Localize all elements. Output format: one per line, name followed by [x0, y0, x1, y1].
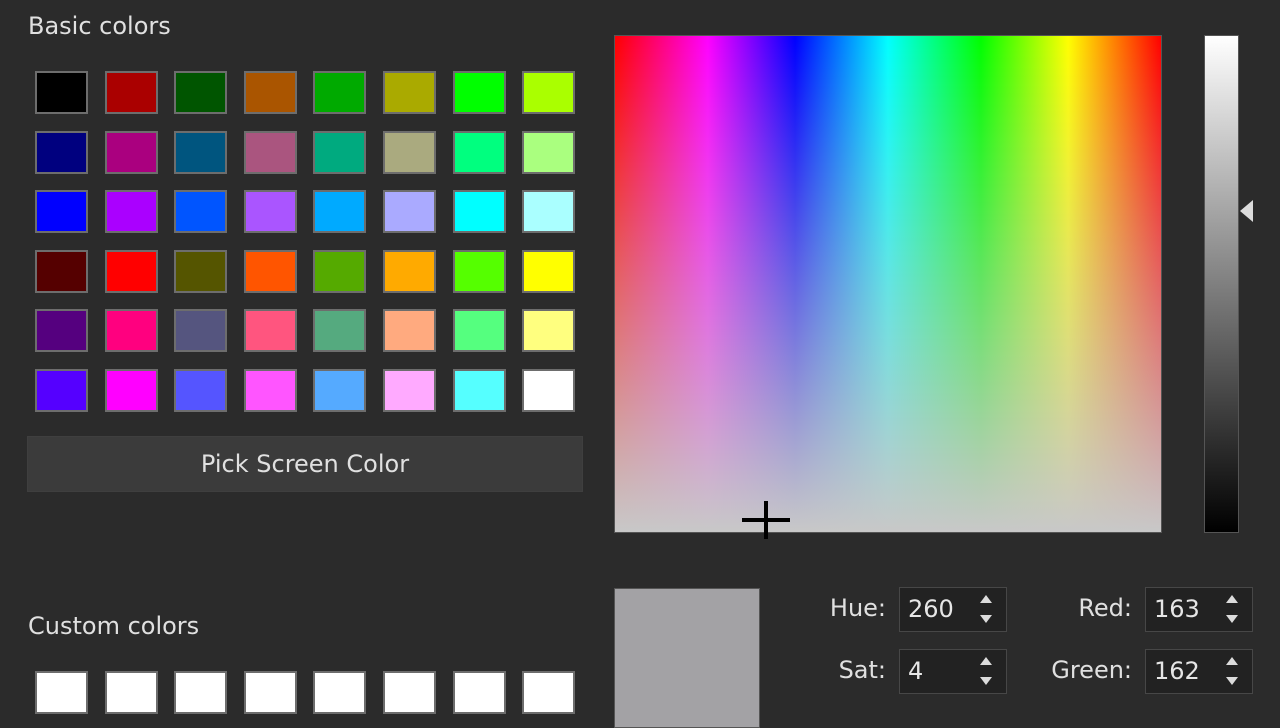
color-swatch[interactable] [313, 249, 367, 293]
color-swatch[interactable] [313, 190, 367, 234]
color-swatch[interactable] [522, 190, 576, 234]
color-swatch[interactable] [35, 671, 88, 714]
color-swatch[interactable] [383, 369, 436, 412]
color-swatch[interactable] [35, 130, 88, 174]
color-swatch[interactable] [383, 309, 436, 353]
color-swatch[interactable] [313, 130, 367, 174]
color-swatch[interactable] [104, 71, 158, 114]
color-swatch[interactable] [522, 309, 576, 353]
color-swatch[interactable] [383, 71, 436, 114]
red-value: 163 [1154, 595, 1200, 623]
color-swatch[interactable] [174, 671, 228, 714]
triangle-up-icon[interactable] [980, 657, 992, 665]
color-swatch[interactable] [522, 671, 576, 714]
color-swatch[interactable] [243, 71, 297, 114]
triangle-up-icon[interactable] [980, 595, 992, 603]
green-label: Green: [1051, 656, 1132, 684]
color-swatch[interactable] [243, 369, 297, 412]
triangle-up-icon[interactable] [1226, 595, 1238, 603]
color-swatch[interactable] [243, 249, 297, 293]
color-swatch[interactable] [243, 309, 297, 353]
color-swatch[interactable] [174, 190, 228, 234]
color-swatch[interactable] [104, 309, 158, 353]
color-swatch[interactable] [35, 71, 88, 114]
color-swatch[interactable] [174, 369, 228, 412]
color-swatch[interactable] [313, 671, 367, 714]
color-swatch[interactable] [35, 249, 88, 293]
color-swatch[interactable] [522, 249, 576, 293]
crosshair-icon [742, 501, 790, 539]
color-swatch[interactable] [174, 71, 228, 114]
color-swatch[interactable] [104, 249, 158, 293]
color-swatch[interactable] [383, 190, 436, 234]
triangle-down-icon[interactable] [1226, 677, 1238, 685]
custom-colors-label: Custom colors [28, 612, 200, 640]
sat-spinbox[interactable]: 4 [899, 649, 1007, 694]
red-label: Red: [1078, 594, 1132, 622]
pick-screen-color-button[interactable]: Pick Screen Color [27, 436, 583, 492]
hue-saturation-picker[interactable] [614, 35, 1162, 539]
color-swatch[interactable] [452, 309, 506, 353]
color-swatch[interactable] [452, 71, 506, 114]
triangle-down-icon[interactable] [980, 615, 992, 623]
green-spinbox[interactable]: 162 [1145, 649, 1253, 694]
color-swatch[interactable] [35, 369, 88, 412]
pick-screen-color-label: Pick Screen Color [200, 450, 410, 478]
color-swatch[interactable] [35, 309, 88, 353]
color-swatch[interactable] [104, 190, 158, 234]
color-swatch[interactable] [104, 130, 158, 174]
triangle-down-icon[interactable] [1226, 615, 1238, 623]
hue-label: Hue: [829, 594, 886, 622]
color-swatch[interactable] [452, 249, 506, 293]
color-swatch[interactable] [452, 369, 506, 412]
sat-label: Sat: [838, 656, 886, 684]
sat-value: 4 [908, 657, 924, 685]
color-swatch[interactable] [313, 369, 367, 412]
hue-spinbox[interactable]: 260 [899, 587, 1007, 632]
color-swatch[interactable] [174, 130, 228, 174]
triangle-down-icon[interactable] [980, 677, 992, 685]
color-swatch[interactable] [174, 309, 228, 353]
color-swatch[interactable] [313, 309, 367, 353]
color-swatch[interactable] [452, 190, 506, 234]
triangle-up-icon[interactable] [1226, 657, 1238, 665]
color-swatch[interactable] [383, 671, 436, 714]
color-swatch[interactable] [35, 190, 88, 234]
color-swatch[interactable] [452, 130, 506, 174]
color-swatch[interactable] [522, 369, 576, 412]
color-swatch[interactable] [383, 130, 436, 174]
color-swatch[interactable] [243, 190, 297, 234]
color-swatch[interactable] [313, 71, 367, 114]
color-swatch[interactable] [522, 130, 576, 174]
color-swatch[interactable] [383, 249, 436, 293]
green-value: 162 [1154, 657, 1200, 685]
color-swatch[interactable] [104, 369, 158, 412]
color-swatch[interactable] [243, 130, 297, 174]
color-swatch[interactable] [104, 671, 158, 714]
luminance-slider[interactable] [1204, 35, 1239, 533]
color-swatch[interactable] [174, 249, 228, 293]
color-swatch[interactable] [243, 671, 297, 714]
current-color-preview [614, 588, 760, 728]
basic-colors-label: Basic colors [28, 12, 171, 40]
hue-value: 260 [908, 595, 954, 623]
color-swatch[interactable] [522, 71, 576, 114]
triangle-left-icon[interactable] [1240, 200, 1253, 222]
color-swatch[interactable] [452, 671, 506, 714]
red-spinbox[interactable]: 163 [1145, 587, 1253, 632]
